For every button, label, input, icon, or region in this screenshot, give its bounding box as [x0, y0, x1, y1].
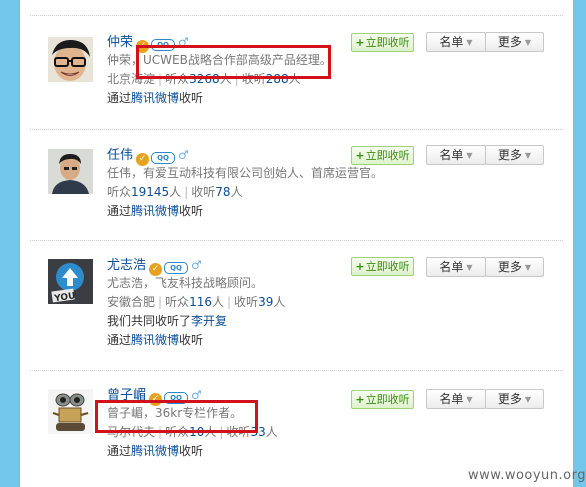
- via-prefix: 通过: [107, 444, 132, 458]
- listener-list-panel: 仲荣 ✓ QQ ♂ 仲荣，UCWEB战略合作部高级产品经理。 北京海淀 | 听众3268人…: [20, 0, 573, 487]
- list-dropdown-button[interactable]: 名单 ▼: [426, 32, 486, 52]
- listeners-count[interactable]: 19145: [131, 185, 169, 199]
- list-label: 名单: [439, 148, 464, 162]
- avatar[interactable]: [48, 37, 93, 82]
- user-name-link[interactable]: 仲荣: [107, 35, 133, 50]
- user-stats: 安徽合肥 | 听众116人 | 收听39人: [107, 293, 285, 312]
- via-suffix: 收听: [179, 333, 204, 347]
- list-item: YOU 尤志浩 ✓ QQ ♂ 尤志浩，飞友科技战略顾问。 安徽合肥 | 听众116人 | 收听…: [20, 241, 573, 371]
- avatar[interactable]: [48, 149, 93, 194]
- follow-label: 立即收听: [365, 393, 410, 406]
- more-dropdown-button[interactable]: 更多 ▼: [485, 389, 544, 409]
- follow-button[interactable]: +立即收听: [351, 257, 414, 276]
- via-source: 通过腾讯微博收听: [107, 202, 383, 221]
- via-prefix: 通过: [107, 204, 132, 218]
- user-info: 任伟 ✓ QQ ♂ 任伟，有爱互动科技有限公司创始人、首席运营官。 听众19145人 |…: [107, 146, 383, 221]
- separator: |: [158, 295, 163, 309]
- more-label: 更多: [497, 148, 522, 162]
- via-app-link[interactable]: 腾讯微博: [131, 204, 179, 218]
- via-source: 通过腾讯微博收听: [107, 89, 332, 108]
- listeners-count[interactable]: 116: [189, 295, 212, 309]
- listeners-label: 听众: [107, 185, 132, 199]
- listeners-label: 听众: [165, 295, 190, 309]
- following-label: 收听: [191, 185, 216, 199]
- watermark: www.wooyun.org: [467, 468, 586, 483]
- mutual-user-link[interactable]: 李开复: [191, 314, 227, 328]
- via-source: 通过腾讯微博收听: [107, 331, 285, 350]
- chevron-down-icon: ▼: [524, 38, 532, 47]
- chevron-down-icon: ▼: [466, 395, 473, 404]
- user-bio: 任伟，有爱互动科技有限公司创始人、首席运营官。: [107, 166, 384, 180]
- avatar[interactable]: YOU: [48, 259, 93, 304]
- unit-label: 人: [169, 185, 182, 199]
- male-icon: ♂: [178, 148, 189, 162]
- more-label: 更多: [497, 392, 522, 406]
- via-prefix: 通过: [107, 333, 132, 347]
- more-dropdown-button[interactable]: 更多 ▼: [485, 145, 544, 165]
- follow-label: 立即收听: [365, 149, 410, 162]
- separator: |: [227, 295, 232, 309]
- user-name-link[interactable]: 任伟: [107, 148, 133, 163]
- mutual-follow: 我们共同收听了李开复: [107, 312, 285, 331]
- follow-label: 立即收听: [365, 36, 410, 49]
- left-sidebar-rail: [0, 0, 20, 487]
- via-prefix: 通过: [107, 91, 132, 105]
- chevron-down-icon: ▼: [466, 263, 473, 272]
- list-label: 名单: [439, 35, 464, 49]
- avatar[interactable]: [48, 389, 93, 434]
- qq-icon: QQ: [164, 262, 189, 274]
- chevron-down-icon: ▼: [524, 263, 532, 272]
- via-app-link[interactable]: 腾讯微博: [131, 333, 179, 347]
- follow-button[interactable]: +立即收听: [351, 390, 414, 409]
- user-bio: 尤志浩，飞友科技战略顾问。: [107, 276, 264, 290]
- via-app-link[interactable]: 腾讯微博: [131, 91, 179, 105]
- following-label: 收听: [234, 295, 259, 309]
- follow-label: 立即收听: [365, 260, 410, 273]
- unit-label: 人: [273, 295, 286, 309]
- more-dropdown-button[interactable]: 更多 ▼: [485, 32, 544, 52]
- highlight-box: [95, 400, 258, 433]
- via-suffix: 收听: [179, 444, 204, 458]
- mutual-text: 我们共同收听了: [107, 314, 192, 328]
- list-dropdown-button[interactable]: 名单 ▼: [426, 145, 486, 165]
- unit-label: 人: [211, 295, 224, 309]
- user-stats: 听众19145人 | 收听78人: [107, 183, 383, 202]
- male-icon: ♂: [191, 258, 202, 272]
- following-count[interactable]: 78: [215, 185, 230, 199]
- list-label: 名单: [439, 260, 464, 274]
- via-app-link[interactable]: 腾讯微博: [131, 444, 179, 458]
- following-count[interactable]: 39: [258, 295, 273, 309]
- chevron-down-icon: ▼: [466, 38, 473, 47]
- follow-button[interactable]: +立即收听: [351, 33, 414, 52]
- separator: |: [184, 185, 189, 199]
- user-info: 尤志浩 ✓ QQ ♂ 尤志浩，飞友科技战略顾问。 安徽合肥 | 听众116人 | 收听39人 …: [107, 256, 285, 350]
- chevron-down-icon: ▼: [524, 395, 532, 404]
- qq-icon: QQ: [151, 152, 176, 164]
- chevron-down-icon: ▼: [466, 151, 473, 160]
- unit-label: 人: [265, 425, 278, 439]
- list-dropdown-button[interactable]: 名单 ▼: [426, 389, 486, 409]
- right-sidebar-rail: [573, 0, 586, 487]
- list-label: 名单: [439, 392, 464, 406]
- more-label: 更多: [497, 260, 522, 274]
- more-dropdown-button[interactable]: 更多 ▼: [485, 257, 544, 277]
- list-dropdown-button[interactable]: 名单 ▼: [426, 257, 486, 277]
- user-location: 安徽合肥: [107, 295, 156, 309]
- list-item: 任伟 ✓ QQ ♂ 任伟，有爱互动科技有限公司创始人、首席运营官。 听众19145人 |…: [20, 130, 573, 241]
- via-suffix: 收听: [179, 204, 204, 218]
- via-suffix: 收听: [179, 91, 204, 105]
- more-label: 更多: [497, 35, 522, 49]
- follow-button[interactable]: +立即收听: [351, 146, 414, 165]
- chevron-down-icon: ▼: [524, 151, 532, 160]
- via-source: 通过腾讯微博收听: [107, 442, 278, 461]
- user-name-link[interactable]: 尤志浩: [107, 258, 146, 273]
- unit-label: 人: [230, 185, 243, 199]
- highlight-box: [136, 45, 331, 79]
